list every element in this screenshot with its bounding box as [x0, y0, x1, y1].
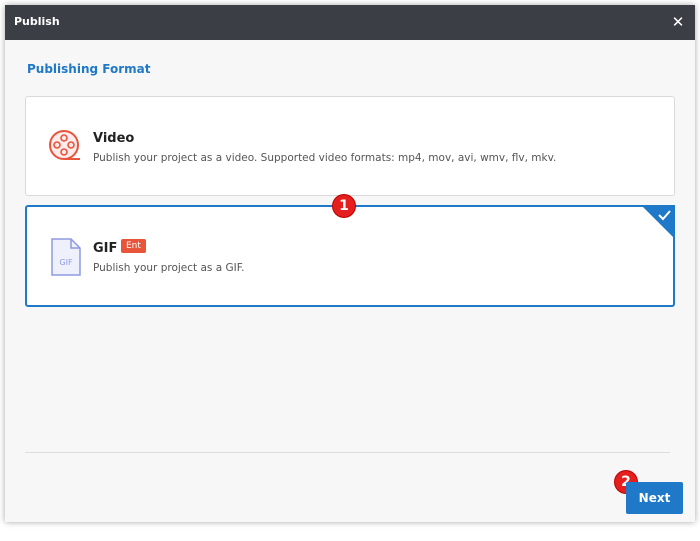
selected-check-icon [641, 205, 675, 239]
annotation-marker-1: 1 [333, 195, 355, 217]
format-option-gif[interactable]: GIF GIF Ent Publish your project as a GI… [25, 205, 675, 307]
footer-divider [25, 452, 670, 453]
publish-dialog: Publish ✕ Publishing Format Video Publis… [5, 5, 695, 522]
format-description: Publish your project as a video. Support… [93, 152, 557, 164]
close-icon[interactable]: ✕ [667, 11, 689, 33]
dialog-titlebar: Publish ✕ [5, 5, 695, 40]
next-button[interactable]: Next [626, 482, 683, 514]
format-description: Publish your project as a GIF. [93, 262, 245, 274]
format-option-video[interactable]: Video Publish your project as a video. S… [25, 96, 675, 196]
format-name: GIF [93, 241, 118, 256]
enterprise-badge: Ent [121, 239, 146, 253]
gif-file-icon: GIF [51, 238, 81, 276]
dialog-title: Publish [14, 15, 60, 28]
gif-icon-label: GIF [59, 258, 73, 267]
format-name: Video [93, 131, 135, 146]
film-reel-icon [49, 130, 80, 160]
section-title: Publishing Format [27, 62, 151, 76]
